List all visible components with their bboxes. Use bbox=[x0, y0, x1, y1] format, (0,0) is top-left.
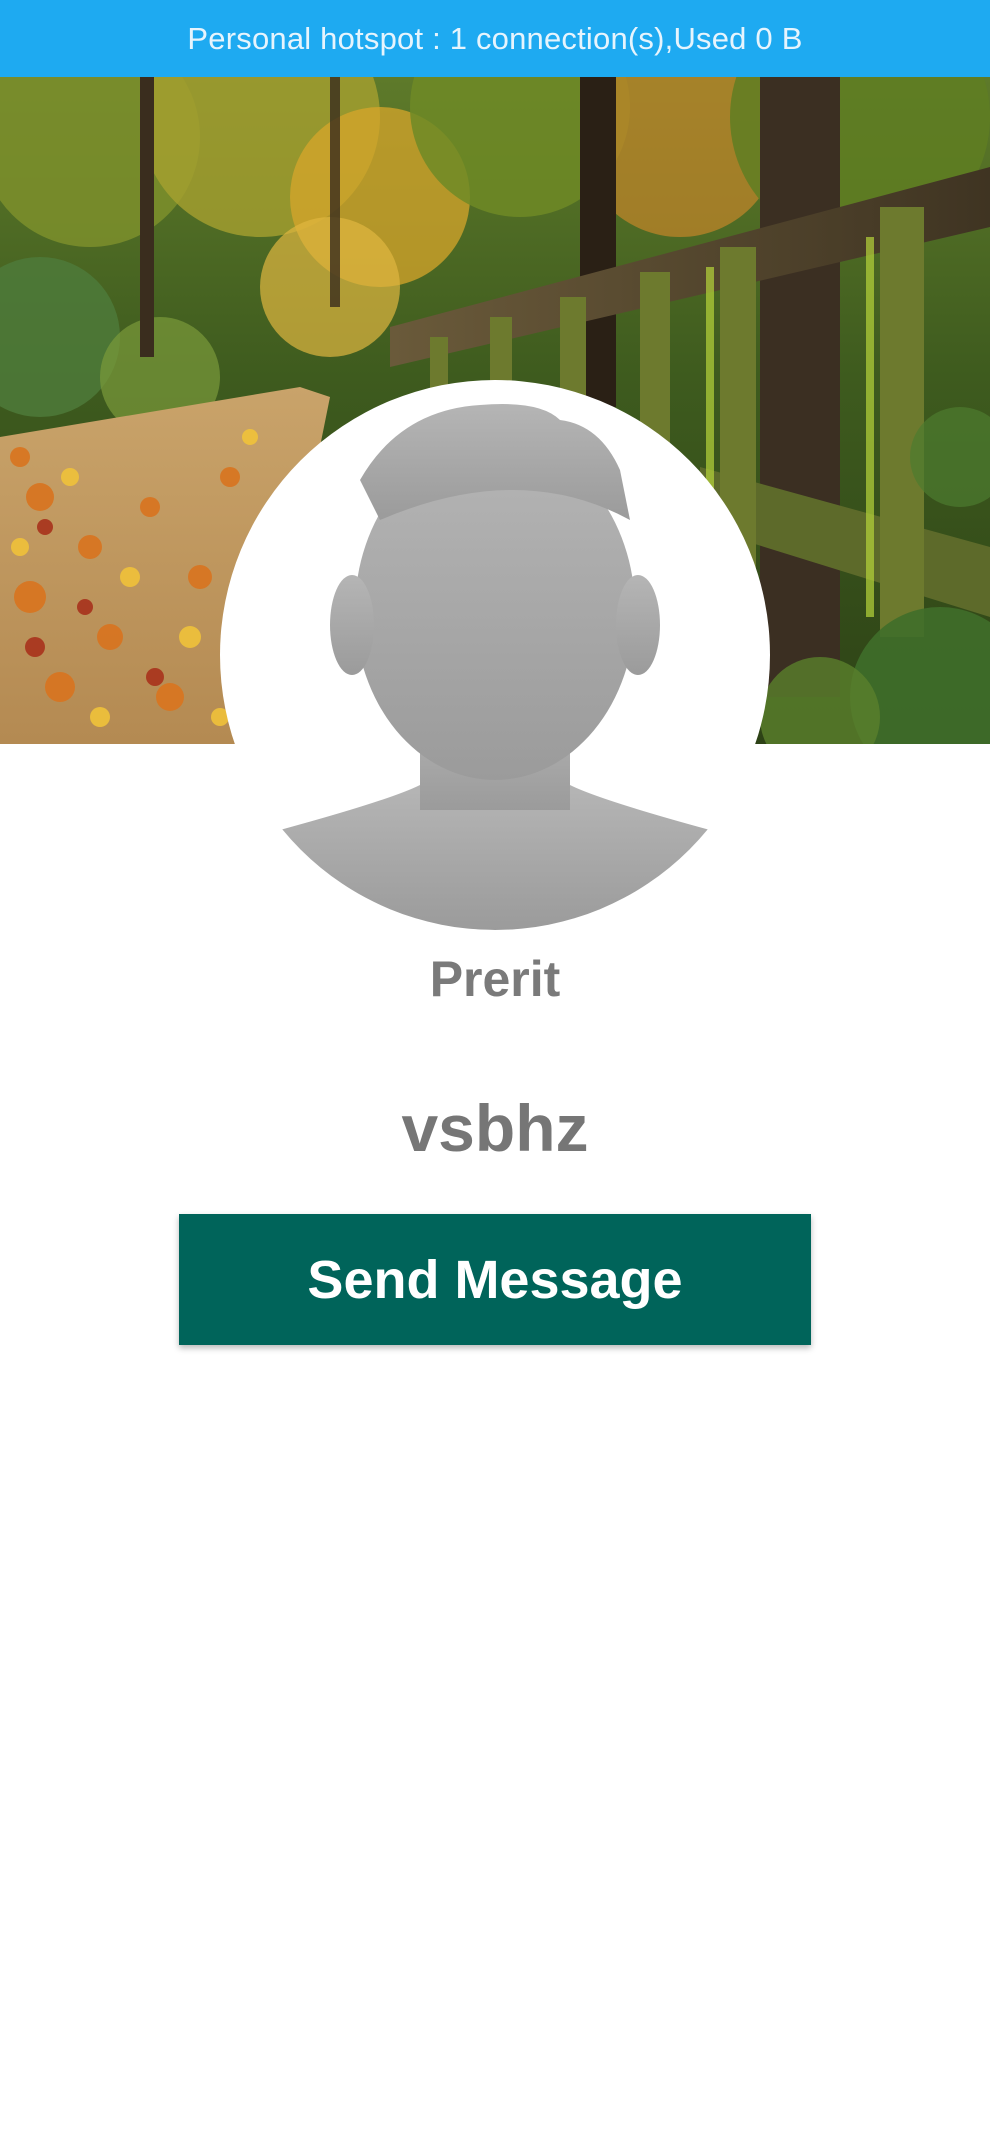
status-bar: Personal hotspot : 1 connection(s),Used … bbox=[0, 0, 990, 77]
profile-status: vsbhz bbox=[401, 1091, 589, 1165]
send-message-button[interactable]: Send Message bbox=[179, 1214, 811, 1345]
default-person-avatar-icon bbox=[280, 404, 710, 930]
avatar[interactable] bbox=[220, 380, 770, 930]
status-bar-text: Personal hotspot : 1 connection(s),Used … bbox=[187, 20, 803, 56]
profile-name: Prerit bbox=[429, 951, 561, 1007]
